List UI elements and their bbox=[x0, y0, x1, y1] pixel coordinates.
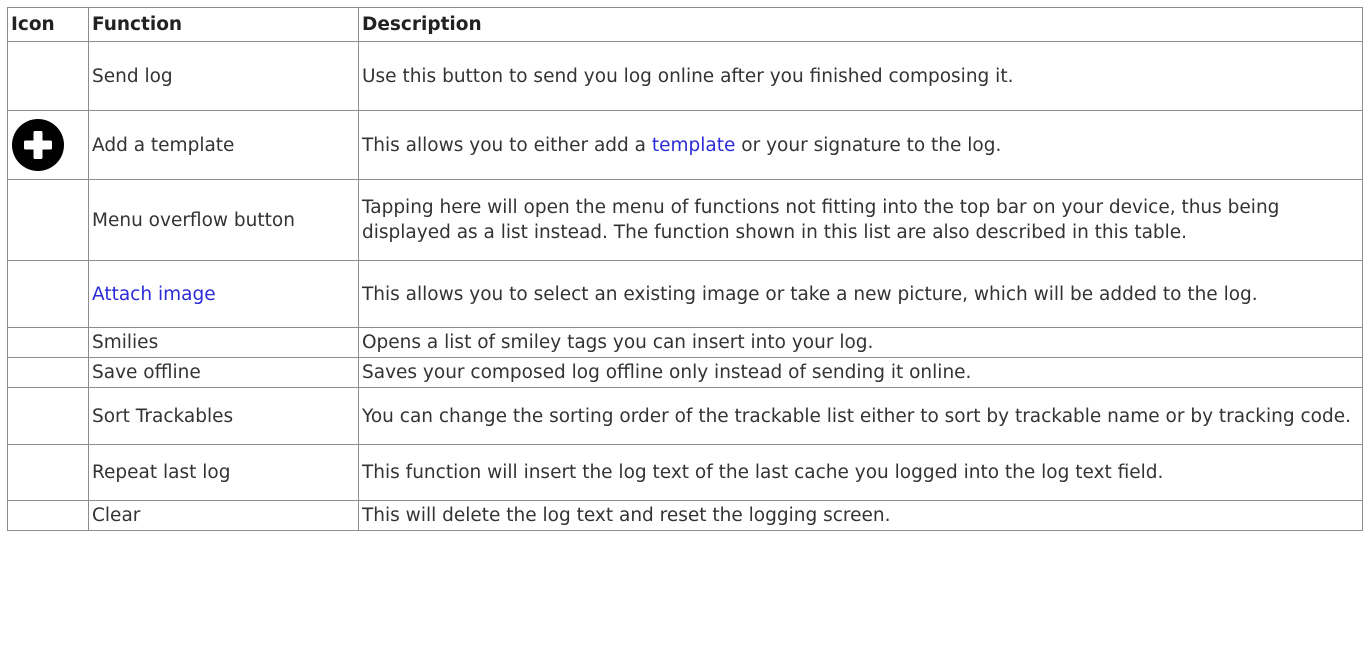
table-row: Menu overflow button Tapping here will o… bbox=[7, 179, 1363, 261]
functions-table: Icon Function Description Send log Use t… bbox=[7, 7, 1363, 531]
function-cell: Smilies bbox=[88, 327, 359, 358]
header-description: Description bbox=[358, 7, 1363, 42]
icon-cell bbox=[7, 444, 89, 501]
header-icon: Icon bbox=[7, 7, 89, 42]
table-row: Save offline Saves your composed log off… bbox=[7, 357, 1363, 388]
description-text: or your signature to the log. bbox=[735, 134, 1002, 156]
function-cell: Sort Trackables bbox=[88, 387, 359, 445]
description-cell: This will delete the log text and reset … bbox=[358, 500, 1363, 531]
header-function: Function bbox=[88, 7, 359, 42]
function-cell: Clear bbox=[88, 500, 359, 531]
attach-image-link[interactable]: Attach image bbox=[92, 284, 216, 305]
table-row: Add a template This allows you to either… bbox=[7, 110, 1363, 180]
function-cell: Send log bbox=[88, 41, 359, 111]
icon-cell bbox=[7, 179, 89, 261]
template-link[interactable]: template bbox=[652, 135, 736, 156]
description-cell: Use this button to send you log online a… bbox=[358, 41, 1363, 111]
function-cell: Add a template bbox=[88, 110, 359, 180]
description-cell: Opens a list of smiley tags you can inse… bbox=[358, 327, 1363, 358]
icon-cell bbox=[7, 327, 89, 358]
table-header-row: Icon Function Description bbox=[7, 7, 1363, 42]
icon-cell bbox=[7, 41, 89, 111]
description-cell: This allows you to select an existing im… bbox=[358, 260, 1363, 328]
function-cell: Attach image bbox=[88, 260, 359, 328]
icon-cell bbox=[7, 387, 89, 445]
table-row: Attach image This allows you to select a… bbox=[7, 260, 1363, 328]
add-circle-icon bbox=[11, 118, 65, 172]
function-cell: Save offline bbox=[88, 357, 359, 388]
description-cell: This function will insert the log text o… bbox=[358, 444, 1363, 501]
description-cell: This allows you to either add a template… bbox=[358, 110, 1363, 180]
table-row: Smilies Opens a list of smiley tags you … bbox=[7, 327, 1363, 358]
description-text: This allows you to either add a bbox=[362, 134, 652, 156]
table-row: Repeat last log This function will inser… bbox=[7, 444, 1363, 501]
table-row: Sort Trackables You can change the sorti… bbox=[7, 387, 1363, 445]
icon-cell bbox=[7, 357, 89, 388]
function-cell: Menu overflow button bbox=[88, 179, 359, 261]
table-row: Clear This will delete the log text and … bbox=[7, 500, 1363, 531]
function-cell: Repeat last log bbox=[88, 444, 359, 501]
icon-cell bbox=[7, 500, 89, 531]
description-cell: Saves your composed log offline only ins… bbox=[358, 357, 1363, 388]
description-cell: Tapping here will open the menu of funct… bbox=[358, 179, 1363, 261]
description-cell: You can change the sorting order of the … bbox=[358, 387, 1363, 445]
icon-cell bbox=[7, 110, 89, 180]
table-row: Send log Use this button to send you log… bbox=[7, 41, 1363, 111]
icon-cell bbox=[7, 260, 89, 328]
